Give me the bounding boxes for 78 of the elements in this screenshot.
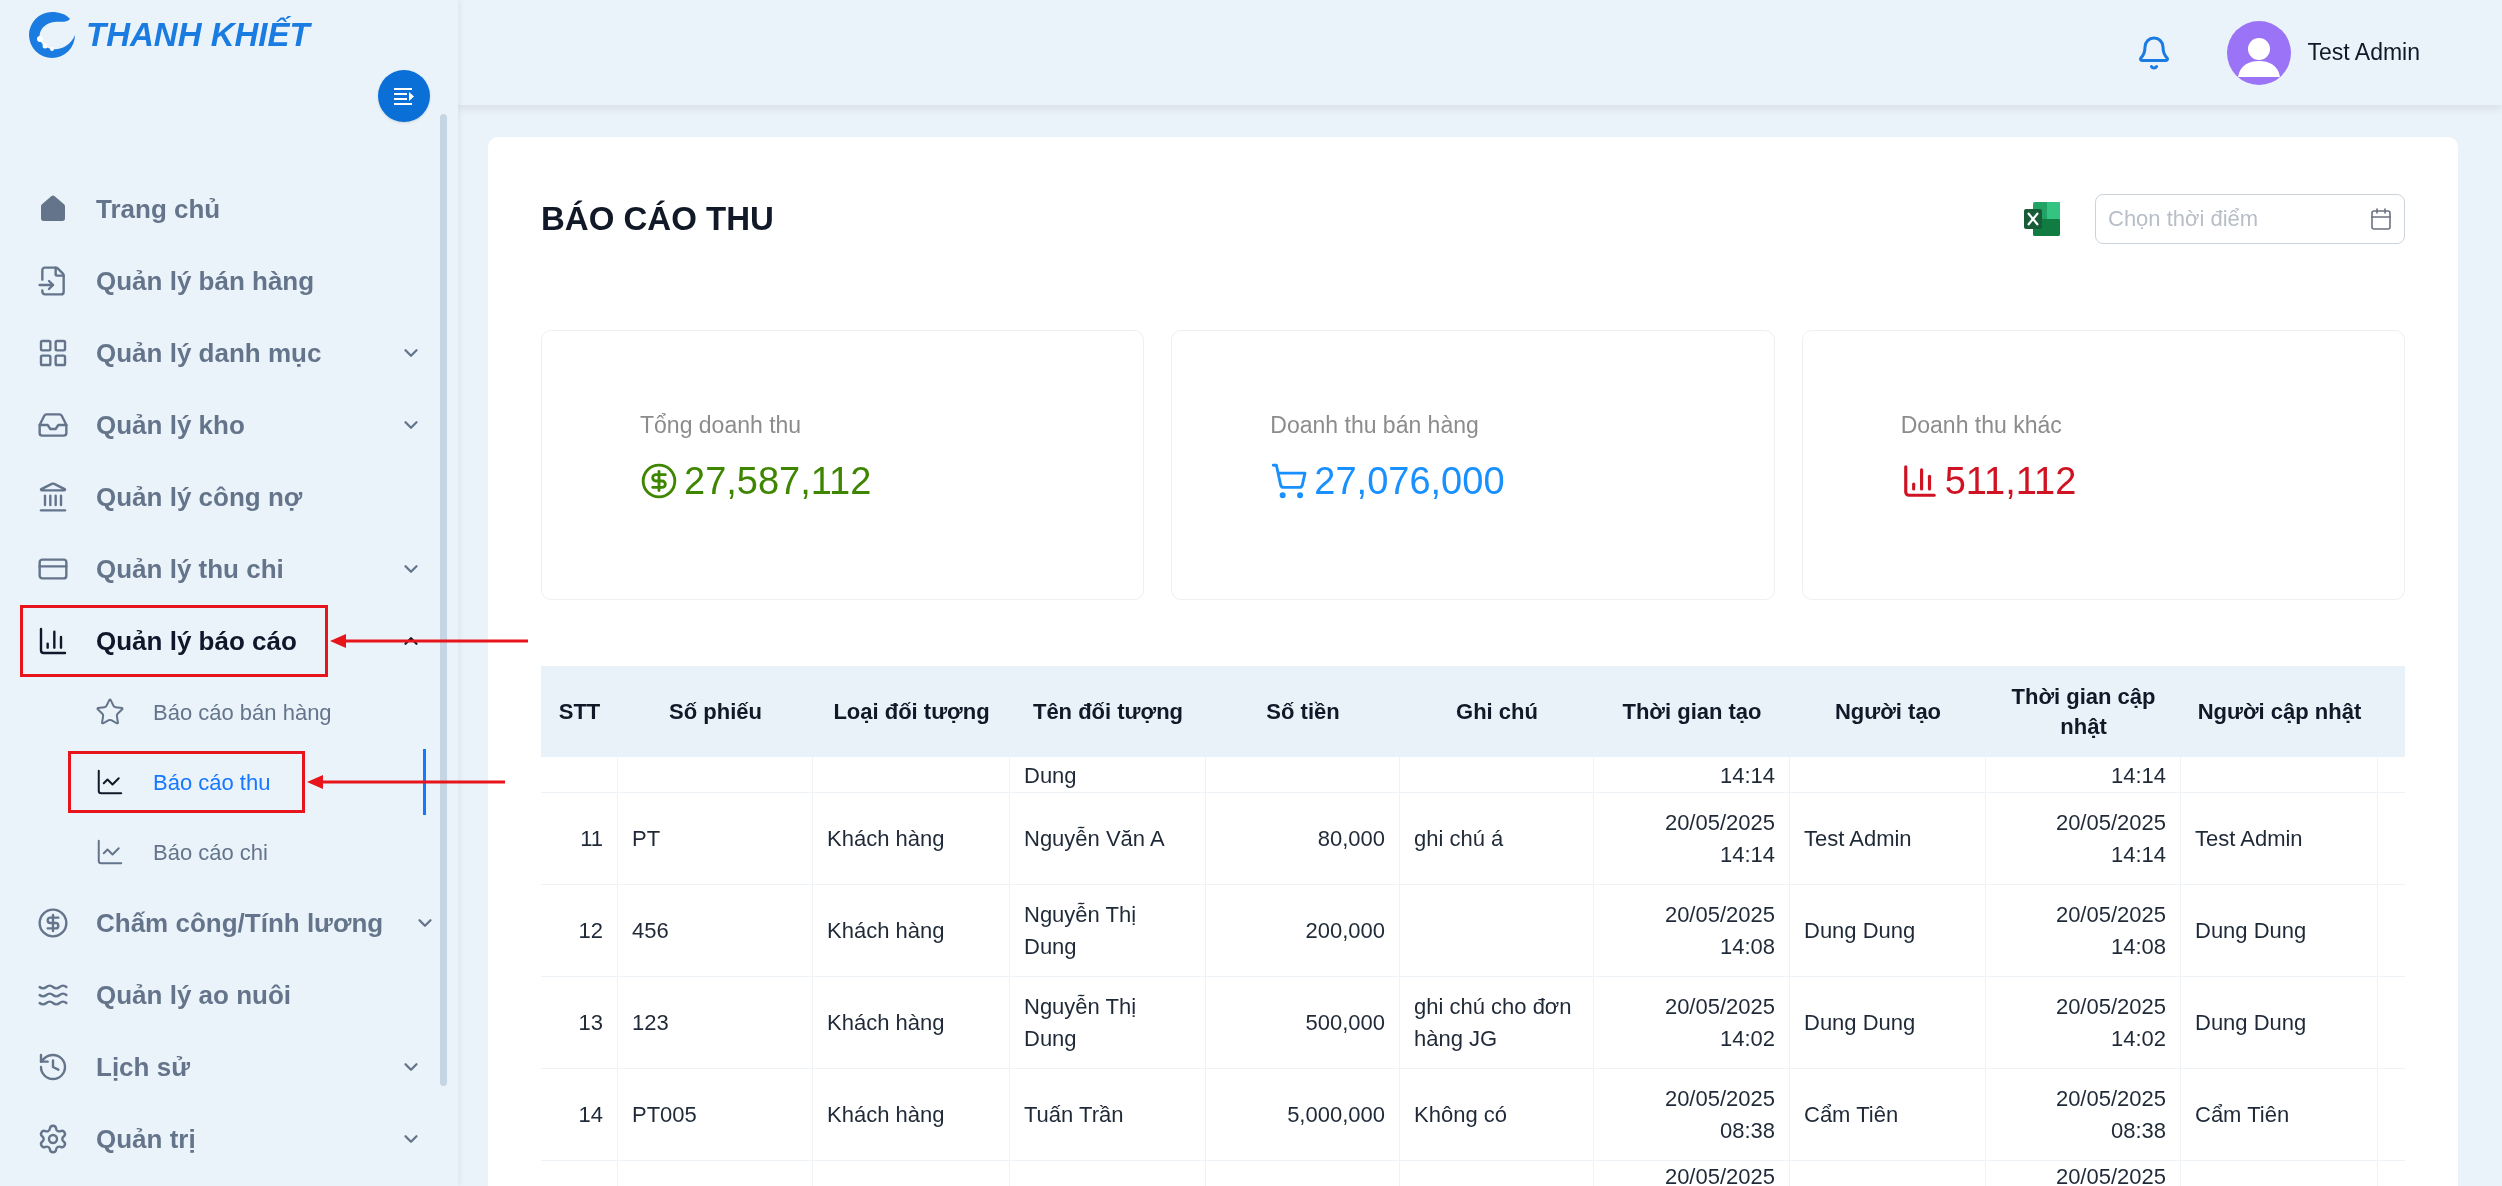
user-name: Test Admin bbox=[2307, 38, 2420, 68]
sidebar-item[interactable]: Chấm công/Tính lương bbox=[20, 887, 415, 959]
column-header: Người cập nhật bbox=[2196, 697, 2363, 726]
column-header: STT bbox=[557, 697, 602, 726]
table-cell-text: 200,000 bbox=[1305, 916, 1385, 945]
logo-text: THANH KHIẾT bbox=[86, 15, 310, 56]
column-header: Số phiếu bbox=[668, 697, 763, 726]
table-cell-text: Nguyễn Văn A bbox=[1024, 824, 1165, 853]
table-cell-text: 14:14 bbox=[1719, 762, 1775, 790]
table-cell-text: Dung Dung bbox=[2195, 916, 2307, 945]
stat-value: 27,076,000 bbox=[1314, 458, 1505, 504]
table-cell-text: Dung Dung bbox=[1804, 1008, 1916, 1037]
submenu-item[interactable]: Báo cáo thu bbox=[68, 751, 306, 813]
table-cell-text: 11 bbox=[580, 824, 603, 853]
table-cell-text: 20/05/2025 08:38 bbox=[1663, 1084, 1775, 1145]
table-cell-text: Tuấn Trần bbox=[1024, 1100, 1124, 1129]
table-cell-text: 14 bbox=[578, 1100, 603, 1129]
sidebar-item[interactable]: Quản lý kho bbox=[20, 389, 276, 461]
sidebar-item[interactable]: Quản lý công nợ bbox=[20, 461, 334, 533]
table-cell-text: Test Admin bbox=[2195, 824, 2303, 853]
table-cell-text: ghi chú á bbox=[1414, 824, 1504, 853]
table-cell-text: Dung bbox=[1024, 762, 1077, 790]
submenu-item[interactable]: Báo cáo chi bbox=[68, 821, 303, 883]
table-cell-text: Khách hàng bbox=[827, 1100, 945, 1129]
table-cell-text: Dung Dung bbox=[1804, 916, 1916, 945]
page-title: BÁO CÁO THU bbox=[541, 199, 774, 240]
sidebar-item[interactable]: Quản lý ao nuôi bbox=[20, 959, 322, 1031]
table-cell-text: Test Admin bbox=[1804, 824, 1912, 853]
table-cell-text: Nguyễn Thị Dung bbox=[1024, 992, 1138, 1053]
date-picker-field[interactable]: Chọn thời điểm bbox=[2095, 194, 2405, 244]
table-cell-text: 20/05/2025 14:02 bbox=[2054, 992, 2166, 1053]
stat-label: Tổng doanh thu bbox=[640, 411, 803, 441]
table-cell-text: Nguyễn Thị Dung bbox=[1024, 900, 1138, 961]
stat-value: 511,112 bbox=[1944, 458, 2077, 504]
table-cell-text: PT bbox=[632, 824, 661, 853]
table-cell-text: 20/05/2025 14:02 bbox=[1663, 992, 1775, 1053]
table-cell-text: Dung Dung bbox=[2195, 1008, 2307, 1037]
table-cell-text: 20/05/2025 14:08 bbox=[2054, 900, 2166, 961]
column-header: Người tạo bbox=[1833, 697, 1943, 726]
column-header: Số tiền bbox=[1265, 697, 1341, 726]
table-cell-text: Khách hàng bbox=[827, 824, 945, 853]
sidebar-item[interactable]: Trang chủ bbox=[20, 173, 252, 245]
table-cell-text: Khách hàng bbox=[827, 916, 945, 945]
sidebar-item[interactable]: Quản lý báo cáo bbox=[20, 605, 328, 677]
table-cell-text: ghi chú cho đơn hàng JG bbox=[1414, 992, 1573, 1053]
table-cell-text: 20/05/2025 bbox=[2055, 1163, 2166, 1186]
sidebar-item[interactable]: Lịch sử bbox=[20, 1031, 221, 1103]
submenu-item[interactable]: Báo cáo bán hàng bbox=[68, 681, 367, 743]
table-cell-text: 13 bbox=[578, 1008, 603, 1037]
table-cell-text: 20/05/2025 14:08 bbox=[1663, 900, 1775, 961]
column-header: Ghi chú bbox=[1455, 697, 1539, 726]
table-cell-text: 500,000 bbox=[1305, 1008, 1385, 1037]
table-cell-text: 20/05/2025 14:14 bbox=[2054, 808, 2166, 869]
table-cell-text: 456 bbox=[632, 916, 669, 945]
sidebar-item[interactable]: Quản lý thu chi bbox=[20, 533, 315, 605]
table-cell-text: 20/05/2025 bbox=[1664, 1163, 1775, 1186]
stat-label: Doanh thu khác bbox=[1900, 411, 2063, 441]
column-header: Thời gian cập nhật bbox=[2010, 682, 2157, 741]
column-header: Tên đối tượng bbox=[1031, 697, 1185, 726]
sidebar-item[interactable]: Quản lý danh mục bbox=[20, 317, 353, 389]
column-header: Thời gian tạo bbox=[1621, 697, 1763, 726]
table-cell-text: 12 bbox=[578, 916, 603, 945]
column-header: Loại đối tượng bbox=[832, 697, 991, 726]
sidebar-item[interactable]: Quản lý bán hàng bbox=[20, 245, 346, 317]
table-cell-text: 5,000,000 bbox=[1287, 1100, 1385, 1129]
table-cell-text: Khách hàng bbox=[827, 1008, 945, 1037]
table-cell-text: 14:14 bbox=[2110, 762, 2166, 790]
table-cell-text: PT005 bbox=[632, 1100, 697, 1129]
stat-value: 27,587,112 bbox=[684, 458, 872, 504]
sidebar-item[interactable]: Quản trị bbox=[20, 1103, 227, 1175]
table-cell-text: Cẩm Tiên bbox=[2195, 1100, 2290, 1129]
table-cell-text: 80,000 bbox=[1317, 824, 1385, 853]
table-cell-text: Không có bbox=[1414, 1100, 1507, 1129]
stat-label: Doanh thu bán hàng bbox=[1270, 411, 1480, 441]
table-cell-text: 123 bbox=[632, 1008, 669, 1037]
table-cell-text: Cẩm Tiên bbox=[1804, 1100, 1899, 1129]
table-cell-text: 20/05/2025 14:14 bbox=[1663, 808, 1775, 869]
table-cell-text: 20/05/2025 08:38 bbox=[2054, 1084, 2166, 1145]
